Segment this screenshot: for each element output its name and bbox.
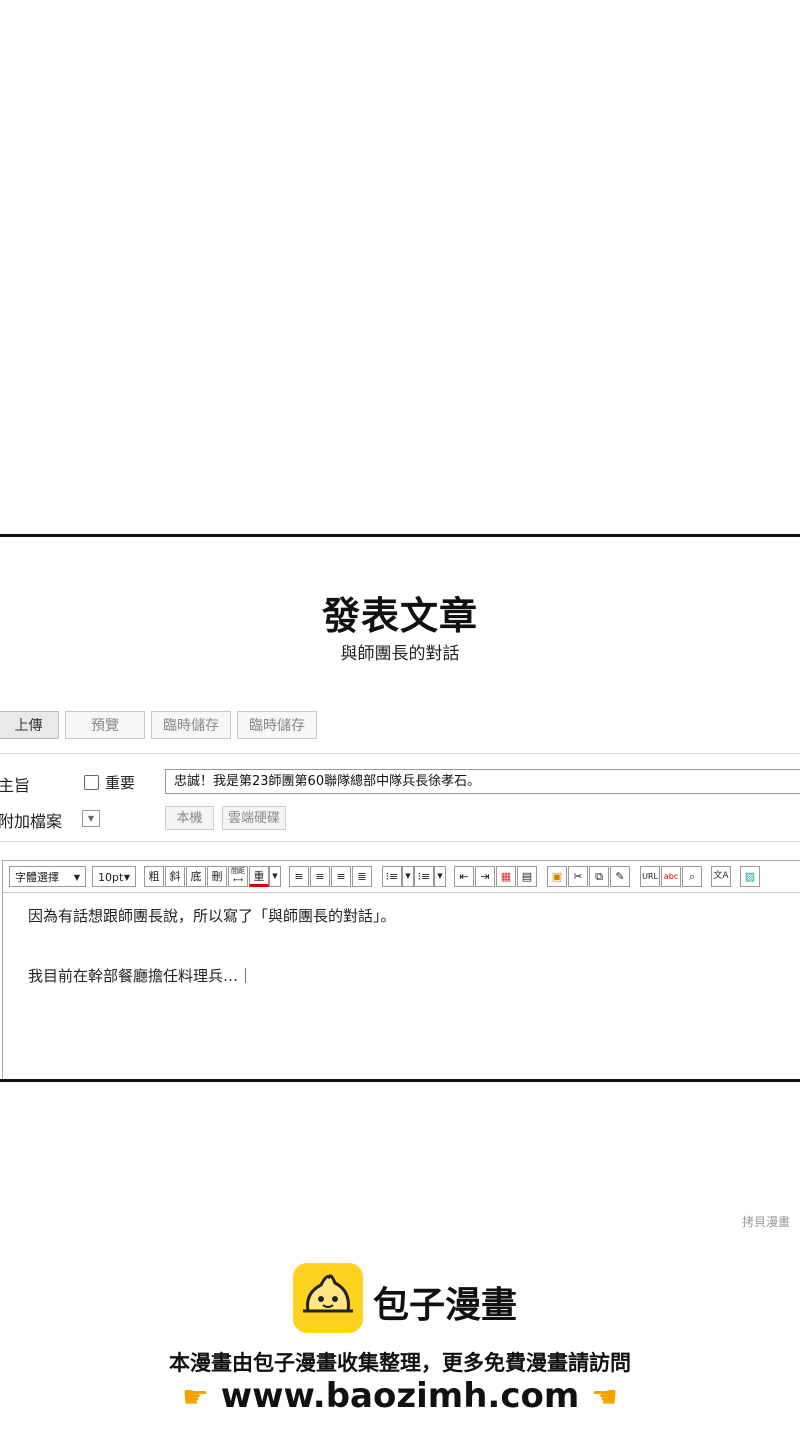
- bullet-list-icon[interactable]: ⁝≡: [382, 866, 402, 887]
- temp-save-button[interactable]: 臨時儲存: [151, 711, 231, 739]
- text-color-button[interactable]: 重: [249, 866, 269, 887]
- attachment-label: 附加檔案: [0, 812, 63, 831]
- subject-input[interactable]: 忠誠！我是第23師團第60聯隊總部中隊兵長徐孝石。: [165, 769, 800, 794]
- page-title: 發表文章: [321, 594, 478, 638]
- copy-icon[interactable]: ⧉: [589, 866, 609, 887]
- format-icon[interactable]: ✎: [610, 866, 630, 887]
- post-editor-panel: 發表文章 與師團長的對話 上傳 預覽 臨時儲存 臨時儲存 主旨 重要 忠誠！我是…: [0, 534, 800, 1082]
- font-select[interactable]: 字體選擇 ▼: [9, 866, 86, 887]
- editor-line: 因為有話想跟師團長說，所以寫了「與師團長的對話」。: [28, 907, 396, 925]
- upload-button[interactable]: 上傳: [0, 711, 59, 739]
- promo-text: 本漫畫由包子漫畫收集整理，更多免費漫畫請訪問: [169, 1351, 631, 1375]
- spellcheck-icon[interactable]: abc: [661, 866, 681, 887]
- chevron-down-icon[interactable]: ▼: [402, 866, 414, 887]
- chevron-down-icon: ▼: [73, 873, 80, 882]
- translate-icon[interactable]: 文A: [711, 866, 731, 887]
- brand-logo: [293, 1263, 363, 1333]
- italic-button[interactable]: 斜: [165, 866, 185, 887]
- color-dropdown-icon[interactable]: ▼: [269, 866, 281, 887]
- important-label: 重要: [105, 774, 136, 792]
- search-icon[interactable]: ⌕: [682, 866, 702, 887]
- pointing-left-icon: ☚: [591, 1380, 619, 1415]
- outdent-icon[interactable]: ⇤: [454, 866, 474, 887]
- chevron-down-icon: ▼: [123, 873, 130, 882]
- align-left-icon[interactable]: ≡: [289, 866, 309, 887]
- site-url[interactable]: www.baozimh.com: [221, 1376, 580, 1416]
- strike-button[interactable]: 刪: [207, 866, 227, 887]
- editor-line: 我目前在幹部餐廳擔任料理兵…｜: [28, 967, 254, 985]
- table-icon[interactable]: ▦: [496, 866, 516, 887]
- pointing-right-icon: ☛: [181, 1380, 209, 1415]
- font-size-value: 10pt: [98, 871, 124, 884]
- local-upload-button[interactable]: 本機: [165, 806, 214, 830]
- important-checkbox[interactable]: [84, 775, 99, 790]
- cut-icon[interactable]: ✂: [568, 866, 588, 887]
- align-center-icon[interactable]: ≡: [310, 866, 330, 887]
- image-icon[interactable]: ▨: [740, 866, 760, 887]
- watermark: 拷貝漫畫: [741, 1215, 790, 1229]
- divider-2: [0, 841, 800, 842]
- align-right-icon[interactable]: ≡: [331, 866, 351, 887]
- numbered-list-icon[interactable]: ⁝≡: [414, 866, 434, 887]
- cloud-upload-button[interactable]: 雲端硬碟: [222, 806, 286, 830]
- url-button[interactable]: URL: [640, 866, 660, 887]
- underline-button[interactable]: 底: [186, 866, 206, 887]
- bun-icon: [303, 1274, 353, 1313]
- align-justify-icon[interactable]: ≣: [352, 866, 372, 887]
- font-select-value: 字體選擇: [15, 871, 59, 884]
- site-url-row: ☛ www.baozimh.com ☚: [0, 1376, 800, 1416]
- divider: [0, 753, 800, 754]
- editor-toolbar: 字體選擇 ▼ 10pt ▼ 粗 斜 底 刪 間距 ⟷ 重 ▼ ≡ ≡ ≡ ≣ ⁝≡ ▼…: [3, 861, 800, 893]
- editor[interactable]: 字體選擇 ▼ 10pt ▼ 粗 斜 底 刪 間距 ⟷ 重 ▼ ≡ ≡ ≡ ≣ ⁝≡ ▼…: [2, 860, 800, 1079]
- subject-label: 主旨: [0, 776, 31, 795]
- attachment-toggle-icon[interactable]: ▼: [82, 810, 100, 827]
- font-size-select[interactable]: 10pt ▼: [92, 866, 136, 887]
- bold-button[interactable]: 粗: [144, 866, 164, 887]
- temp-save-button-2[interactable]: 臨時儲存: [237, 711, 317, 739]
- box-icon[interactable]: ▤: [517, 866, 537, 887]
- page-subtitle: 與師團長的對話: [340, 644, 460, 664]
- brand-name: 包子漫畫: [373, 1285, 518, 1326]
- indent-icon[interactable]: ⇥: [475, 866, 495, 887]
- spacing-label: 間距: [231, 867, 245, 875]
- preview-button[interactable]: 預覽: [65, 711, 145, 739]
- spacing-button[interactable]: 間距 ⟷: [228, 866, 248, 887]
- paste-icon[interactable]: ▣: [547, 866, 567, 887]
- chevron-down-icon[interactable]: ▼: [434, 866, 446, 887]
